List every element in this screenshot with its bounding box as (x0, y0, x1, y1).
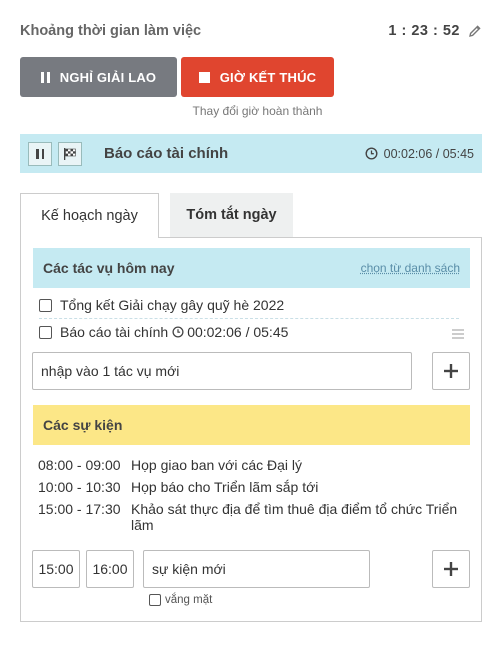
current-task-time: 00:02:06 / 05:45 (365, 147, 474, 161)
add-task-button[interactable] (432, 352, 470, 390)
event-start-time-input[interactable]: 15:00 (32, 550, 80, 588)
checkered-flag-icon (64, 147, 76, 160)
pause-icon (40, 71, 50, 83)
event-item[interactable]: 10:00 - 10:30 Họp báo cho Triển lãm sắp … (38, 479, 458, 495)
break-button-label: NGHỈ GIẢI LAO (59, 69, 157, 85)
elapsed-timer: 1 : 23 : 52 (388, 23, 460, 39)
pencil-icon[interactable] (468, 24, 482, 38)
absent-checkbox[interactable] (149, 594, 161, 606)
tasks-section-header: Các tác vụ hôm nay chọn từ danh sách (33, 248, 470, 288)
stop-icon (198, 71, 210, 83)
drag-handle-icon[interactable] (452, 329, 464, 339)
change-end-time-label: Thay đổi giờ hoàn thành (192, 104, 323, 118)
tab-day-summary[interactable]: Tóm tắt ngày (170, 193, 293, 237)
event-item[interactable]: 08:00 - 09:00 Họp giao ban với các Đại l… (38, 457, 458, 473)
current-task-finish-button[interactable] (58, 141, 82, 166)
work-period-bar: Khoảng thời gian làm việc 1 : 23 : 52 (20, 20, 482, 42)
pause-icon (36, 148, 44, 159)
event-time: 08:00 - 09:00 (38, 457, 121, 473)
day-plan-panel: Các tác vụ hôm nay chọn từ danh sách Tổn… (20, 237, 482, 622)
add-event-button[interactable] (432, 550, 470, 588)
choose-from-list-link[interactable]: chọn từ danh sách (361, 261, 460, 275)
task-label: Tổng kết Giải chạy gây quỹ hè 2022 (60, 297, 285, 313)
break-button[interactable]: NGHỈ GIẢI LAO (20, 57, 177, 97)
plus-icon (444, 364, 458, 378)
event-desc: Họp giao ban với các Đại lý (131, 457, 303, 473)
task-divider (39, 318, 459, 319)
task-label: Báo cáo tài chính (60, 324, 169, 340)
event-item[interactable]: 15:00 - 17:30 Khảo sát thực địa để tìm t… (38, 501, 458, 533)
current-task-bar: Báo cáo tài chính 00:02:06 / 05:45 (20, 134, 482, 173)
end-time-button-label: GIỜ KẾT THÚC (219, 69, 317, 85)
task-checkbox[interactable] (39, 298, 52, 312)
events-section-header: Các sự kiện (33, 405, 470, 445)
current-task-time-value: 00:02:06 / 05:45 (383, 146, 474, 161)
absent-label: vắng mặt (165, 594, 213, 606)
task-item: Tổng kết Giải chạy gây quỹ hè 2022 (39, 294, 284, 316)
event-desc: Họp báo cho Triển lãm sắp tới (131, 479, 319, 495)
end-time-button[interactable]: GIỜ KẾT THÚC (181, 57, 334, 97)
tasks-section-title: Các tác vụ hôm nay (43, 260, 175, 276)
event-time: 15:00 - 17:30 (38, 501, 121, 517)
tab-day-plan[interactable]: Kế hoạch ngày (20, 193, 159, 238)
event-desc: Khảo sát thực địa để tìm thuê địa điểm t… (131, 501, 458, 533)
current-task-title: Báo cáo tài chính (104, 145, 229, 162)
task-item: Báo cáo tài chính 00:02:06 / 05:45 (39, 321, 288, 343)
current-task-pause-button[interactable] (28, 141, 52, 166)
task-time-value: 00:02:06 / 05:45 (187, 324, 289, 340)
work-period-title: Khoảng thời gian làm việc (20, 23, 202, 39)
events-section-title: Các sự kiện (43, 417, 123, 433)
event-time: 10:00 - 10:30 (38, 479, 121, 495)
task-time: 00:02:06 / 05:45 (172, 324, 288, 340)
plus-icon (444, 562, 458, 576)
absent-option: vắng mặt (149, 594, 212, 606)
task-checkbox[interactable] (39, 325, 52, 339)
clock-icon (172, 326, 184, 338)
event-end-time-input[interactable]: 16:00 (86, 550, 134, 588)
timer-group: 1 : 23 : 52 (388, 23, 482, 39)
clock-icon (365, 147, 378, 160)
new-event-input[interactable]: sự kiện mới (143, 550, 370, 588)
new-task-input[interactable]: nhập vào 1 tác vụ mới (32, 352, 412, 390)
